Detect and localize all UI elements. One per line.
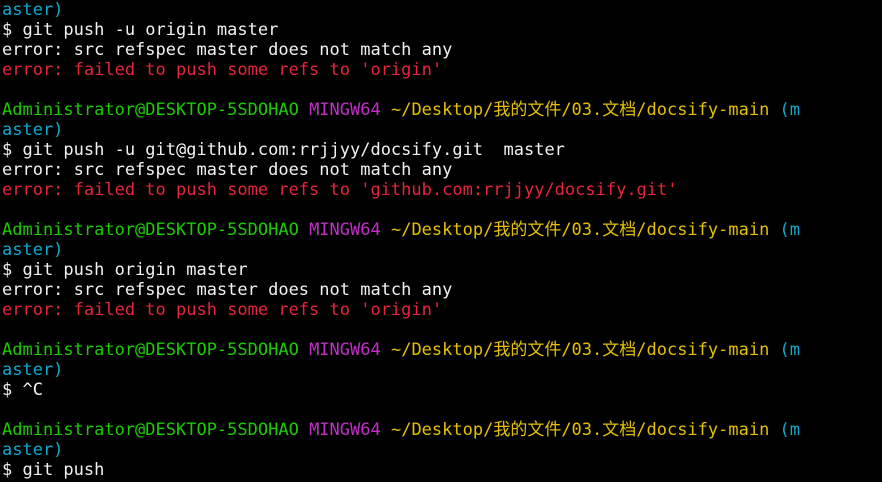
- terminal-text-segment: error: src refspec master does not match…: [2, 160, 453, 180]
- terminal-line: error: failed to push some refs to 'orig…: [2, 60, 882, 80]
- terminal-text-segment: error: src refspec master does not match…: [2, 40, 453, 60]
- terminal-text-segment: MINGW64: [309, 420, 381, 440]
- terminal-line: $ git push -u origin master: [2, 20, 882, 40]
- terminal-text-segment: aster): [2, 120, 64, 140]
- terminal-text-segment: aster): [2, 0, 64, 20]
- terminal-line: Administrator@DESKTOP-5SDOHAO MINGW64 ~/…: [2, 340, 882, 360]
- terminal-line: aster): [2, 120, 882, 140]
- terminal-text-segment: $ git push: [2, 460, 105, 480]
- terminal-window[interactable]: aster) $ git push -u origin master error: …: [0, 0, 882, 482]
- terminal-text-segment: (m: [769, 420, 801, 440]
- terminal-text-segment: ~/Desktop/我的文件/03.文档/docsify-main: [390, 420, 770, 440]
- terminal-text-segment: ~/Desktop/我的文件/03.文档/docsify-main: [390, 100, 770, 120]
- terminal-text-segment: $ ^C: [2, 380, 43, 400]
- terminal-text-segment: ~/Desktop/我的文件/03.文档/docsify-main: [390, 340, 770, 360]
- terminal-text-segment: (m: [769, 100, 801, 120]
- terminal-text-segment: Administrator@DESKTOP-5SDOHAO: [2, 420, 299, 440]
- terminal-text-segment: MINGW64: [309, 100, 381, 120]
- terminal-text-segment: $ git push -u origin master: [2, 20, 279, 40]
- terminal-line: aster): [2, 240, 882, 260]
- terminal-line: error: failed to push some refs to 'orig…: [2, 300, 882, 320]
- terminal-line: $ git push origin master: [2, 260, 882, 280]
- terminal-line: aster): [2, 0, 882, 20]
- terminal-line: aster): [2, 440, 882, 460]
- terminal-line: $ ^C: [2, 380, 882, 400]
- terminal-line: $ git push: [2, 460, 882, 480]
- terminal-line: Administrator@DESKTOP-5SDOHAO MINGW64 ~/…: [2, 100, 882, 120]
- terminal-line: error: src refspec master does not match…: [2, 160, 882, 180]
- terminal-text-segment: MINGW64: [309, 220, 381, 240]
- terminal-text-segment: Administrator@DESKTOP-5SDOHAO: [2, 220, 299, 240]
- terminal-text-segment: aster): [2, 240, 64, 260]
- terminal-text-segment: (m: [769, 340, 801, 360]
- terminal-line: Administrator@DESKTOP-5SDOHAO MINGW64 ~/…: [2, 220, 882, 240]
- terminal-text-segment: error: failed to push some refs to 'gith…: [2, 180, 678, 200]
- terminal-line: error: src refspec master does not match…: [2, 280, 882, 300]
- terminal-text-segment: error: failed to push some refs to 'orig…: [2, 300, 443, 320]
- terminal-text-segment: aster): [2, 440, 64, 460]
- terminal-line: error: failed to push some refs to 'gith…: [2, 180, 882, 200]
- terminal-text-segment: (m: [769, 220, 801, 240]
- terminal-line: error: src refspec master does not match…: [2, 40, 882, 60]
- terminal-text-segment: $ git push -u git@github.com:rrjjyy/docs…: [2, 140, 565, 160]
- terminal-text-segment: aster): [2, 360, 64, 380]
- terminal-text-segment: error: failed to push some refs to 'orig…: [2, 60, 443, 80]
- terminal-text-segment: MINGW64: [309, 340, 381, 360]
- terminal-text-segment: Administrator@DESKTOP-5SDOHAO: [2, 340, 299, 360]
- terminal-text-segment: $ git push origin master: [2, 260, 248, 280]
- terminal-line: aster): [2, 360, 882, 380]
- terminal-line: Administrator@DESKTOP-5SDOHAO MINGW64 ~/…: [2, 420, 882, 440]
- terminal-text-segment: error: src refspec master does not match…: [2, 280, 453, 300]
- terminal-text-segment: ~/Desktop/我的文件/03.文档/docsify-main: [390, 220, 770, 240]
- terminal-text-segment: Administrator@DESKTOP-5SDOHAO: [2, 100, 299, 120]
- terminal-line: $ git push -u git@github.com:rrjjyy/docs…: [2, 140, 882, 160]
